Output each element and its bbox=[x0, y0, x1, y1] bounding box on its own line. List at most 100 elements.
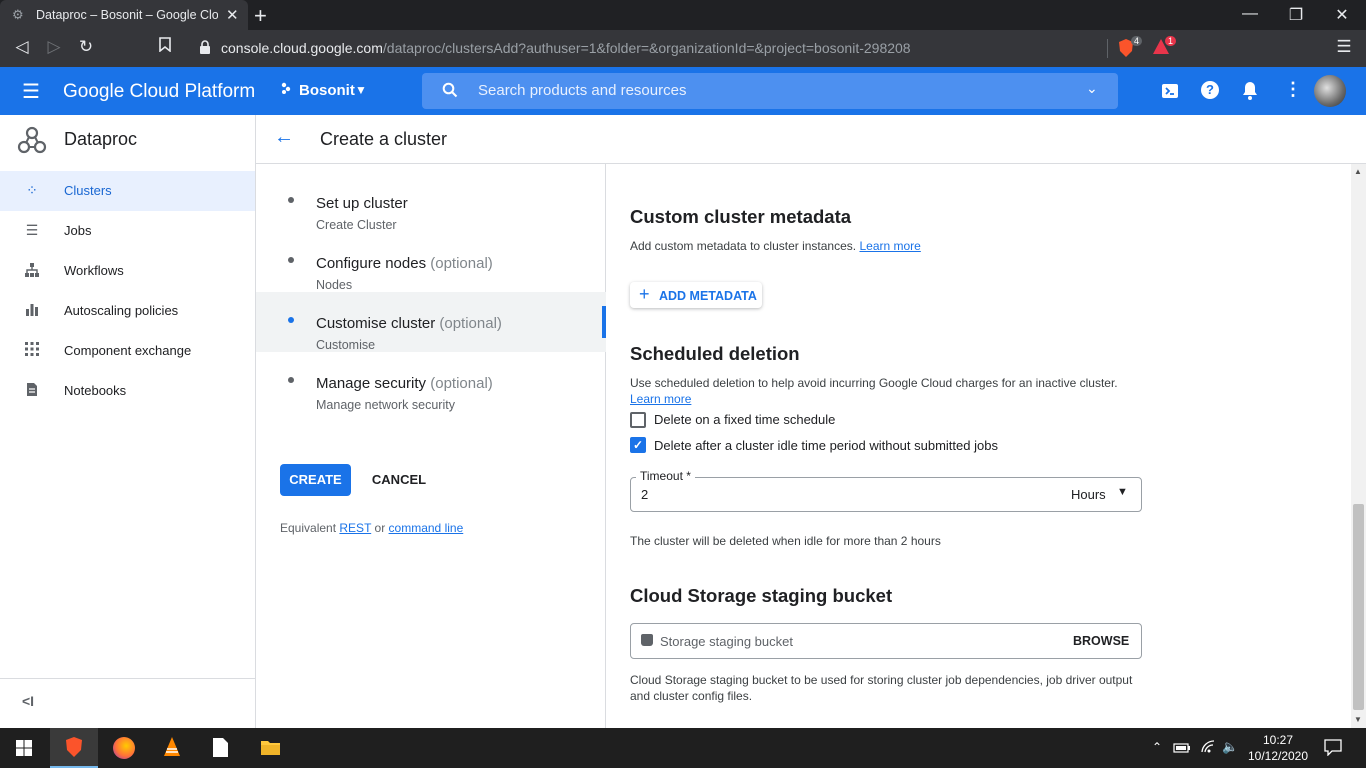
command-line-link[interactable]: command line bbox=[389, 521, 464, 535]
equivalent-text: Equivalent bbox=[280, 521, 337, 535]
browser-toolbar: ◁ ▷ ↻ console.cloud.google.com/dataproc/… bbox=[0, 30, 1366, 67]
step-set-up-cluster[interactable]: Set up cluster Create Cluster bbox=[256, 172, 606, 232]
staging-bucket-input[interactable]: Storage staging bucket BROWSE bbox=[630, 623, 1142, 659]
browser-tab-strip: ⚙ Dataproc – Bosonit – Google Cloud ✕ + … bbox=[0, 0, 1366, 30]
document-taskbar-icon[interactable] bbox=[197, 728, 245, 768]
bucket-placeholder: Storage staging bucket bbox=[660, 634, 793, 649]
collapse-sidebar-icon[interactable]: <I bbox=[22, 693, 34, 709]
new-tab-icon[interactable]: + bbox=[254, 3, 267, 29]
sidebar-item-workflows[interactable]: Workflows bbox=[0, 251, 255, 291]
metadata-learn-more-link[interactable]: Learn more bbox=[859, 239, 920, 253]
rest-link[interactable]: REST bbox=[339, 521, 371, 535]
sidebar: Dataproc ⁘ Clusters ☰ Jobs Workflows Aut… bbox=[0, 115, 256, 728]
clusters-icon: ⁘ bbox=[26, 182, 38, 198]
address-bar[interactable]: console.cloud.google.com/dataproc/cluste… bbox=[221, 40, 911, 56]
minimize-icon[interactable]: — bbox=[1235, 5, 1265, 23]
restore-icon[interactable]: ❐ bbox=[1281, 5, 1311, 25]
scroll-up-icon[interactable]: ▲ bbox=[1354, 167, 1362, 176]
step-subtitle: Manage network security bbox=[316, 398, 455, 412]
volume-icon[interactable]: 🔈 bbox=[1222, 739, 1238, 755]
equivalent-links: Equivalent REST or command line bbox=[280, 521, 463, 535]
brave-taskbar-icon[interactable] bbox=[50, 728, 98, 768]
sidebar-item-clusters[interactable]: ⁘ Clusters bbox=[0, 171, 255, 211]
taskbar-clock[interactable]: 10:27 10/12/2020 bbox=[1245, 732, 1311, 764]
bucket-icon bbox=[641, 634, 653, 646]
url-host: console.cloud.google.com bbox=[221, 40, 383, 56]
bucket-heading: Cloud Storage staging bucket bbox=[630, 585, 893, 606]
step-title: Customise cluster (optional) bbox=[316, 315, 502, 332]
windows-start-icon[interactable] bbox=[0, 728, 48, 768]
gcp-header: ☰ Google Cloud Platform Bosonit ▼ Search… bbox=[0, 67, 1366, 115]
brave-shield-icon[interactable]: 4 bbox=[1117, 36, 1143, 58]
clock-date: 10/12/2020 bbox=[1247, 749, 1309, 763]
close-tab-icon[interactable]: ✕ bbox=[226, 6, 239, 24]
page-header: ← Create a cluster bbox=[256, 115, 1366, 164]
metadata-heading: Custom cluster metadata bbox=[630, 206, 852, 227]
metadata-description: Add custom metadata to cluster instances… bbox=[630, 239, 921, 253]
sidebar-item-label: Component exchange bbox=[64, 343, 192, 358]
scrollbar-thumb[interactable] bbox=[1353, 504, 1364, 710]
timeout-field[interactable]: 2 Hours ▼ bbox=[630, 477, 1142, 512]
main-menu-icon[interactable]: ☰ bbox=[22, 79, 40, 104]
more-vert-icon[interactable]: ⋮ bbox=[1284, 79, 1302, 100]
timeout-helper: The cluster will be deleted when idle fo… bbox=[630, 534, 941, 548]
step-dot bbox=[288, 257, 294, 263]
window-close-icon[interactable]: ✕ bbox=[1327, 5, 1357, 25]
deletion-learn-more-link[interactable]: Learn more bbox=[630, 392, 691, 406]
sidebar-item-jobs[interactable]: ☰ Jobs bbox=[0, 211, 255, 251]
avatar[interactable] bbox=[1314, 75, 1346, 107]
step-subtitle: Nodes bbox=[316, 278, 353, 292]
add-metadata-button[interactable]: + ADD METADATA bbox=[630, 282, 762, 308]
sidebar-item-autoscaling[interactable]: Autoscaling policies bbox=[0, 291, 255, 331]
browser-menu-icon[interactable]: ☰ bbox=[1332, 37, 1356, 57]
firefox-taskbar-icon[interactable] bbox=[99, 728, 147, 768]
timeout-label: Timeout * bbox=[636, 469, 695, 483]
toolbar-divider bbox=[1107, 39, 1108, 58]
fixed-schedule-checkbox[interactable] bbox=[630, 412, 646, 428]
step-customise-cluster[interactable]: Customise cluster (optional) Customise bbox=[256, 292, 606, 352]
lock-icon[interactable] bbox=[193, 40, 217, 57]
back-arrow-icon[interactable]: ← bbox=[274, 126, 294, 149]
notification-center-icon[interactable] bbox=[1324, 739, 1342, 761]
timeout-unit-select[interactable]: Hours bbox=[1071, 487, 1106, 502]
step-manage-security[interactable]: Manage security (optional) Manage networ… bbox=[256, 352, 606, 412]
battery-icon[interactable] bbox=[1173, 741, 1191, 759]
tray-chevron-icon[interactable]: ⌃ bbox=[1152, 740, 1162, 754]
forward-icon[interactable]: ▷ bbox=[42, 37, 66, 57]
scroll-down-icon[interactable]: ▼ bbox=[1354, 715, 1362, 724]
dataproc-logo-icon bbox=[16, 124, 48, 161]
search-bar[interactable]: Search products and resources ⌄ bbox=[422, 73, 1118, 109]
sidebar-item-notebooks[interactable]: Notebooks bbox=[0, 371, 255, 411]
back-icon[interactable]: ◁ bbox=[10, 37, 34, 57]
bookmark-icon[interactable] bbox=[153, 37, 177, 57]
notebook-icon bbox=[22, 382, 42, 400]
search-placeholder: Search products and resources bbox=[478, 82, 687, 99]
search-expand-icon[interactable]: ⌄ bbox=[1086, 80, 1098, 97]
gear-favicon-icon: ⚙ bbox=[12, 7, 24, 22]
create-button[interactable]: CREATE bbox=[280, 464, 351, 496]
help-icon[interactable]: ? bbox=[1201, 81, 1219, 99]
reload-icon[interactable]: ↻ bbox=[74, 37, 98, 57]
sidebar-item-component-exchange[interactable]: Component exchange bbox=[0, 331, 255, 371]
brave-rewards-icon[interactable]: 1 bbox=[1152, 36, 1180, 58]
project-caret-icon: ▼ bbox=[355, 83, 367, 97]
windows-taskbar: ⌃ 🔈 10:27 10/12/2020 bbox=[0, 728, 1366, 768]
file-explorer-taskbar-icon[interactable] bbox=[246, 728, 294, 768]
idle-deletion-checkbox[interactable]: ✓ bbox=[630, 437, 646, 453]
step-subtitle: Create Cluster bbox=[316, 218, 397, 232]
shield-count-badge: 4 bbox=[1131, 36, 1143, 46]
timeout-value: 2 bbox=[641, 487, 649, 502]
cloud-shell-icon[interactable] bbox=[1161, 82, 1179, 105]
bucket-help-line1: Cloud Storage staging bucket to be used … bbox=[630, 673, 1133, 687]
browser-tab[interactable]: ⚙ Dataproc – Bosonit – Google Cloud ✕ bbox=[0, 0, 248, 30]
bar-chart-icon bbox=[22, 302, 42, 320]
gcp-brand[interactable]: Google Cloud Platform bbox=[63, 81, 255, 103]
vlc-taskbar-icon[interactable] bbox=[148, 728, 196, 768]
notifications-icon[interactable] bbox=[1242, 81, 1258, 105]
step-subtitle: Customise bbox=[316, 338, 376, 352]
wifi-icon[interactable] bbox=[1200, 740, 1216, 759]
step-configure-nodes[interactable]: Configure nodes (optional) Nodes bbox=[256, 232, 606, 292]
browse-button[interactable]: BROWSE bbox=[1073, 634, 1129, 648]
cancel-button[interactable]: CANCEL bbox=[366, 464, 432, 496]
page-scrollbar[interactable]: ▲ ▼ bbox=[1351, 164, 1366, 728]
